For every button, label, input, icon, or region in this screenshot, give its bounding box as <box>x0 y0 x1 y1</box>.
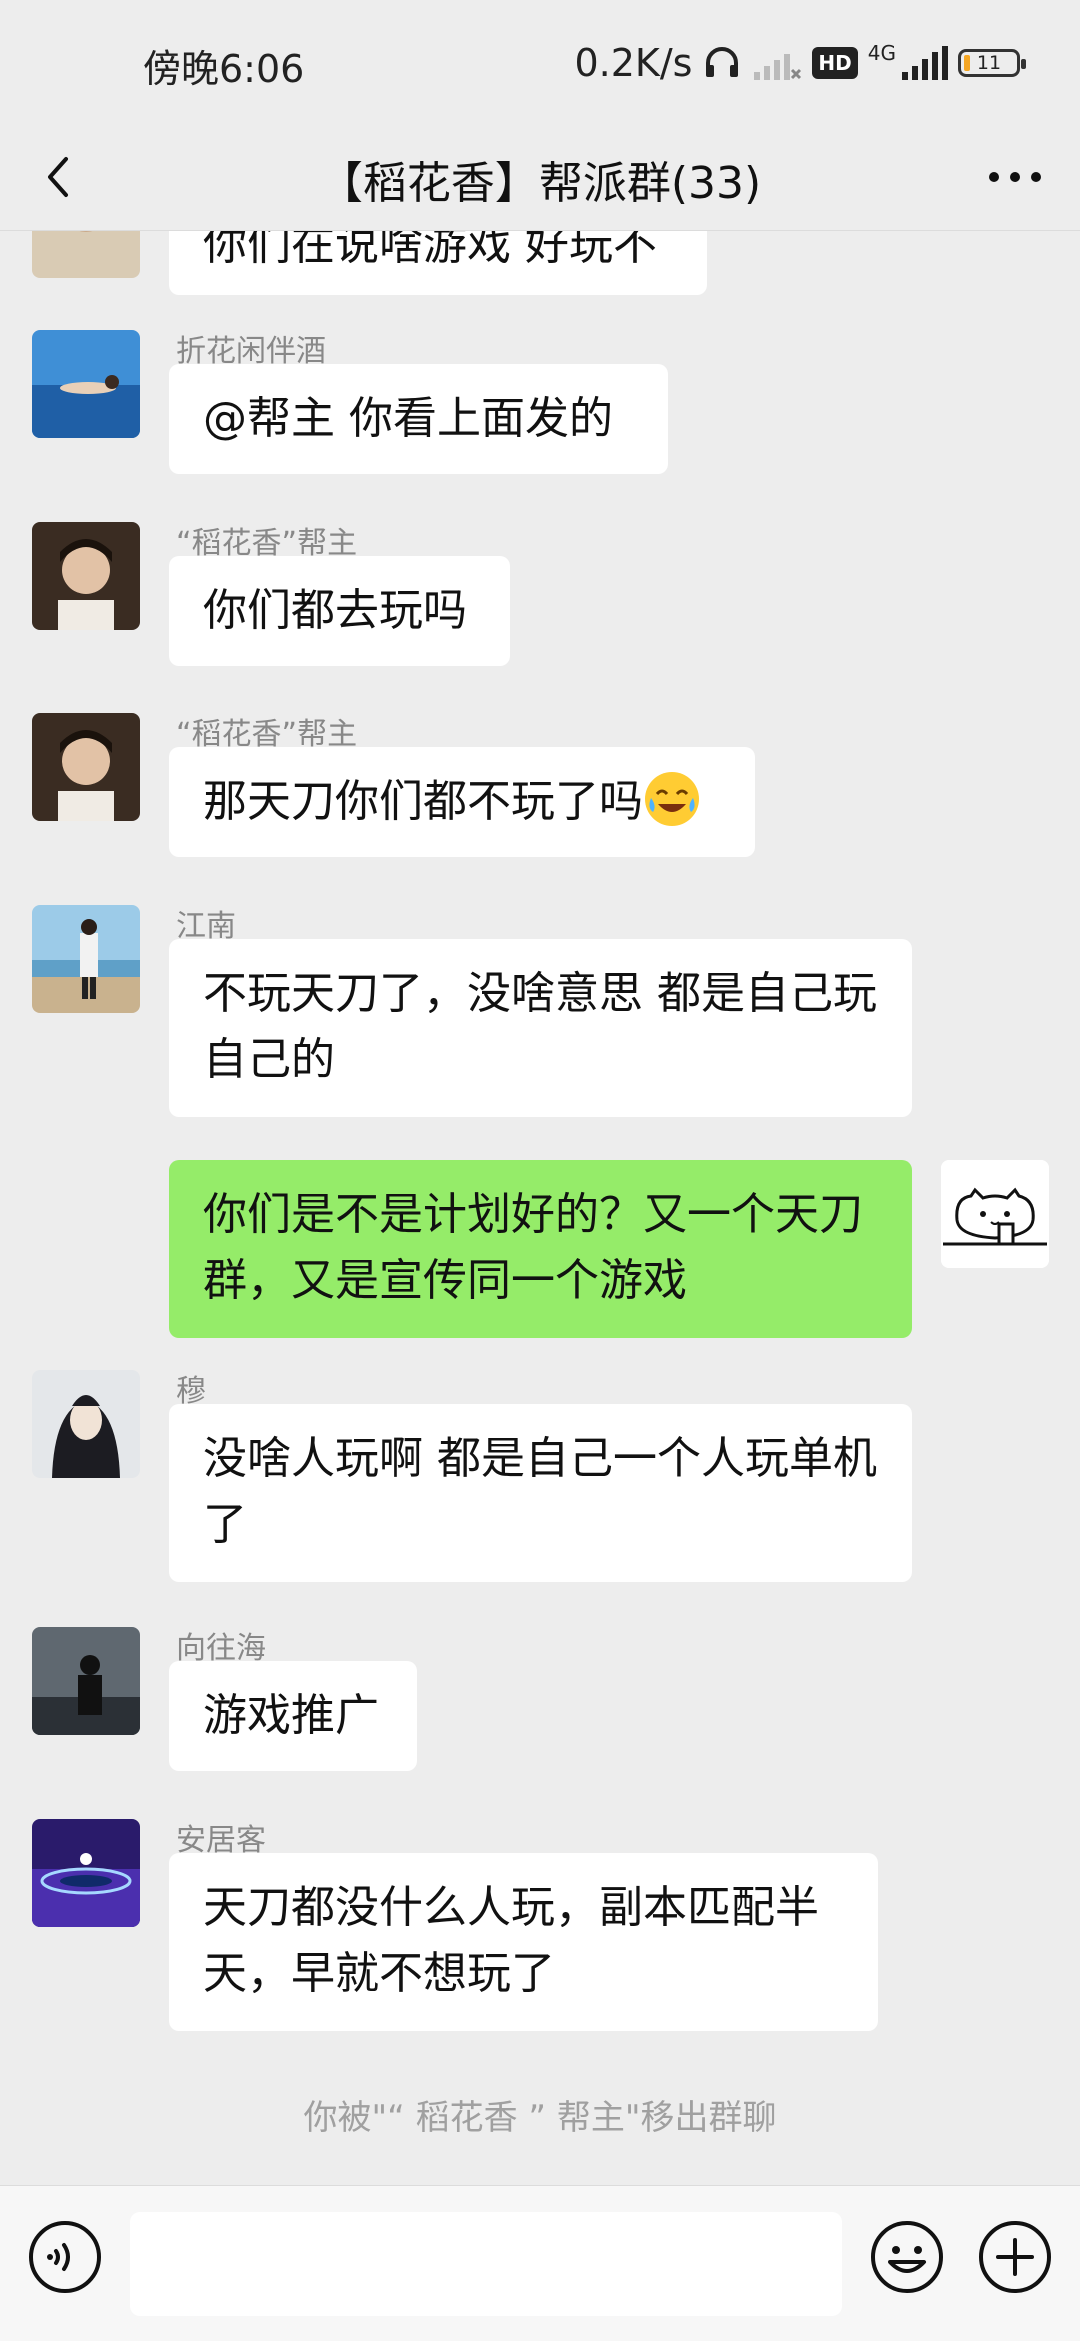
status-bar: 傍晚6:06 0.2K/s HD 4G 11 <box>0 0 1080 125</box>
message-text: 那天刀你们都不玩了吗 <box>203 776 643 827</box>
avatar[interactable] <box>32 1370 140 1478</box>
cell-signal-icon <box>902 46 948 80</box>
message-bubble[interactable]: 你们都去玩吗 <box>169 556 510 666</box>
message-bubble[interactable]: 你们在说啥游戏 好玩不 <box>169 230 707 295</box>
battery-level <box>964 55 970 71</box>
message-bubble[interactable]: 那天刀你们都不玩了吗 <box>169 747 755 857</box>
emoji-icon[interactable] <box>870 2220 944 2294</box>
message-bubble[interactable]: 不玩天刀了，没啥意思 都是自己玩自己的 <box>169 939 912 1117</box>
voice-icon[interactable] <box>28 2220 102 2294</box>
message-list[interactable]: 你们在说啥游戏 好玩不 折花闲伴酒 @帮主 你看上面发的 “稻花香”帮主 你们都… <box>0 230 1080 2185</box>
wifi-signal-icon <box>754 54 802 80</box>
hd-badge: HD <box>812 47 858 79</box>
message-bubble[interactable]: 你们是不是计划好的？又一个天刀群，又是宣传同一个游戏 <box>169 1160 912 1338</box>
network-type: 4G <box>867 41 896 65</box>
plus-icon[interactable] <box>978 2220 1052 2294</box>
battery-icon: 11 <box>958 49 1026 77</box>
avatar[interactable] <box>32 1627 140 1735</box>
more-dots-icon[interactable] <box>980 147 1050 207</box>
avatar[interactable] <box>32 713 140 821</box>
system-notice: 你被"“ 稻花香 ” 帮主"移出群聊 <box>303 2098 777 2138</box>
avatar[interactable] <box>32 230 140 278</box>
status-time: 傍晚6:06 <box>143 47 305 91</box>
message-input[interactable] <box>130 2212 842 2316</box>
message-bubble[interactable]: 游戏推广 <box>169 1661 417 1771</box>
net-speed: 0.2K/s <box>574 41 693 85</box>
chat-header: 【稻花香】帮派群(33) <box>0 125 1080 231</box>
chat-title: 【稻花香】帮派群(33) <box>318 158 762 209</box>
crying-laughing-emoji-icon <box>645 772 699 826</box>
headset-icon <box>706 47 739 77</box>
message-bubble[interactable]: 没啥人玩啊 都是自己一个人玩单机了 <box>169 1404 912 1582</box>
avatar[interactable] <box>32 1819 140 1927</box>
avatar[interactable] <box>941 1160 1049 1268</box>
avatar[interactable] <box>32 905 140 1013</box>
avatar[interactable] <box>32 330 140 438</box>
status-indicators: 0.2K/s HD 4G 11 <box>574 38 1026 88</box>
avatar[interactable] <box>32 522 140 630</box>
input-bar <box>0 2185 1080 2341</box>
message-bubble[interactable]: @帮主 你看上面发的 <box>169 364 668 474</box>
message-bubble[interactable]: 天刀都没什么人玩，副本匹配半天，早就不想玩了 <box>169 1853 878 2031</box>
battery-percent: 11 <box>976 52 1002 74</box>
